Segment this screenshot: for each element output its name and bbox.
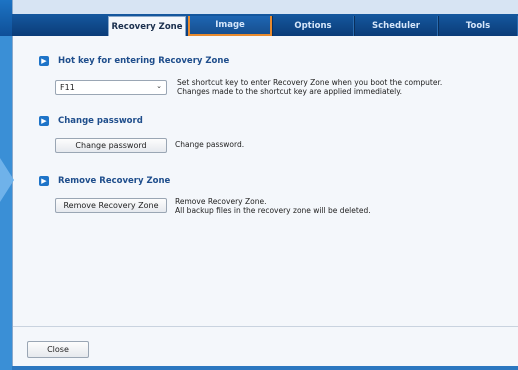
hotkey-desc-line1: Set shortcut key to enter Recovery Zone … bbox=[177, 78, 443, 87]
hotkey-section-title: ▶ Hot key for entering Recovery Zone bbox=[39, 56, 229, 66]
chevron-down-icon: ⌄ bbox=[156, 82, 162, 90]
remove-recovery-zone-button[interactable]: Remove Recovery Zone bbox=[55, 198, 167, 213]
inner-frame bbox=[12, 0, 518, 15]
tab-recovery-zone[interactable]: Recovery Zone bbox=[108, 16, 186, 36]
footer-divider bbox=[13, 326, 518, 327]
recovery-zone-panel: ▶ Hot key for entering Recovery Zone F11… bbox=[12, 36, 518, 370]
bottom-strip bbox=[12, 366, 518, 370]
hotkey-selected-value: F11 bbox=[60, 83, 75, 92]
tab-tools[interactable]: Tools bbox=[438, 16, 518, 36]
tab-bar: Recovery Zone Image Options Scheduler To… bbox=[12, 14, 518, 36]
tab-image[interactable]: Image bbox=[188, 16, 272, 36]
close-button[interactable]: Close bbox=[27, 341, 89, 358]
hotkey-description: Set shortcut key to enter Recovery Zone … bbox=[177, 78, 442, 96]
bullet-icon: ▶ bbox=[39, 116, 49, 126]
hotkey-select[interactable]: F11 ⌄ bbox=[55, 80, 167, 95]
remove-section-title: ▶ Remove Recovery Zone bbox=[39, 176, 170, 186]
side-arrow-icon bbox=[0, 158, 14, 202]
remove-description: Remove Recovery Zone. All backup files i… bbox=[175, 197, 371, 215]
hotkey-desc-line2: Changes made to the shortcut key are app… bbox=[177, 87, 402, 96]
tab-options[interactable]: Options bbox=[272, 16, 354, 36]
remove-title-label: Remove Recovery Zone bbox=[58, 176, 171, 186]
remove-desc-line2: All backup files in the recovery zone wi… bbox=[175, 206, 371, 215]
password-title-label: Change password bbox=[58, 116, 143, 126]
remove-desc-line1: Remove Recovery Zone. bbox=[175, 197, 267, 206]
password-description: Change password. bbox=[175, 140, 245, 149]
bullet-icon: ▶ bbox=[39, 56, 49, 66]
bullet-icon: ▶ bbox=[39, 176, 49, 186]
hotkey-title-label: Hot key for entering Recovery Zone bbox=[58, 56, 230, 66]
password-section-title: ▶ Change password bbox=[39, 116, 143, 126]
tab-scheduler[interactable]: Scheduler bbox=[354, 16, 438, 36]
change-password-button[interactable]: Change password bbox=[55, 138, 167, 153]
